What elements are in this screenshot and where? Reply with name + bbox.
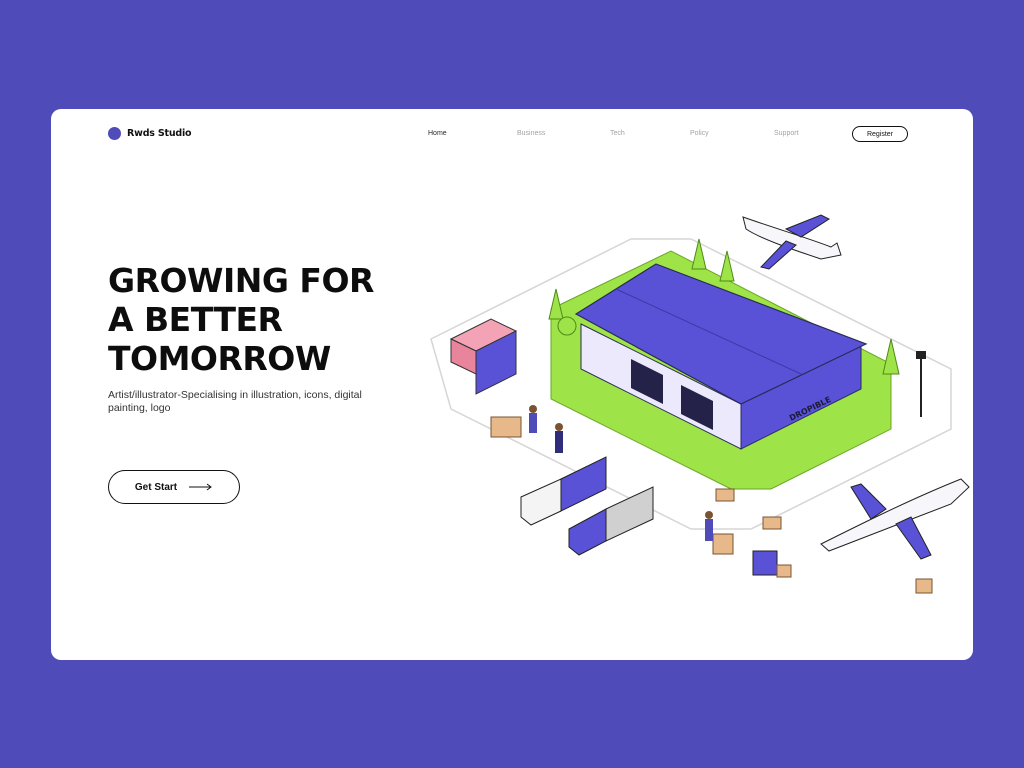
worker-icon: [705, 511, 713, 519]
brand-logo[interactable]: Rwds Studio: [108, 127, 192, 140]
arrow-right-icon: [189, 483, 212, 491]
bush-icon: [557, 316, 577, 336]
nav-support[interactable]: Support: [774, 130, 799, 137]
truck-cargo: [560, 456, 607, 512]
airplane-icon: [820, 478, 970, 552]
register-button[interactable]: Register: [852, 126, 908, 142]
truck-cab: [520, 478, 562, 526]
logo-circle-icon: [108, 127, 121, 140]
brand-name: Rwds Studio: [127, 128, 192, 139]
get-start-button[interactable]: Get Start: [108, 470, 240, 504]
cardboard-box: [762, 516, 782, 530]
headline-line-2: A BETTER: [108, 300, 283, 339]
headline-line-3: TOMORROW: [108, 339, 331, 378]
tree-icon: [882, 338, 900, 375]
tree-icon: [719, 250, 735, 282]
landing-card: Rwds Studio Home Business Tech Policy Su…: [51, 109, 973, 660]
forklift-icon: [752, 550, 778, 576]
hero-subtitle: Artist/illustrator-Specialising in illus…: [108, 389, 362, 414]
nav-tech[interactable]: Tech: [610, 130, 625, 137]
worker-icon: [555, 423, 563, 431]
truck-cargo: [605, 486, 654, 542]
truck-cab: [568, 508, 607, 556]
nav-home[interactable]: Home: [428, 130, 447, 137]
airplane-icon: [742, 216, 842, 260]
cardboard-box: [490, 416, 522, 438]
get-start-label: Get Start: [134, 481, 178, 493]
headline-line-1: GROWING FOR: [108, 261, 374, 300]
nav-business[interactable]: Business: [517, 130, 545, 137]
tree-icon: [691, 238, 707, 270]
warehouse-logistics-illustration: DROPIBLE: [430, 214, 970, 594]
hero-headline: GROWING FOR A BETTER TOMORROW: [108, 261, 374, 378]
worker-icon: [529, 405, 537, 413]
cardboard-box: [712, 533, 734, 555]
cardboard-box: [915, 578, 933, 594]
nav-policy[interactable]: Policy: [690, 130, 709, 137]
cardboard-box: [715, 488, 735, 502]
